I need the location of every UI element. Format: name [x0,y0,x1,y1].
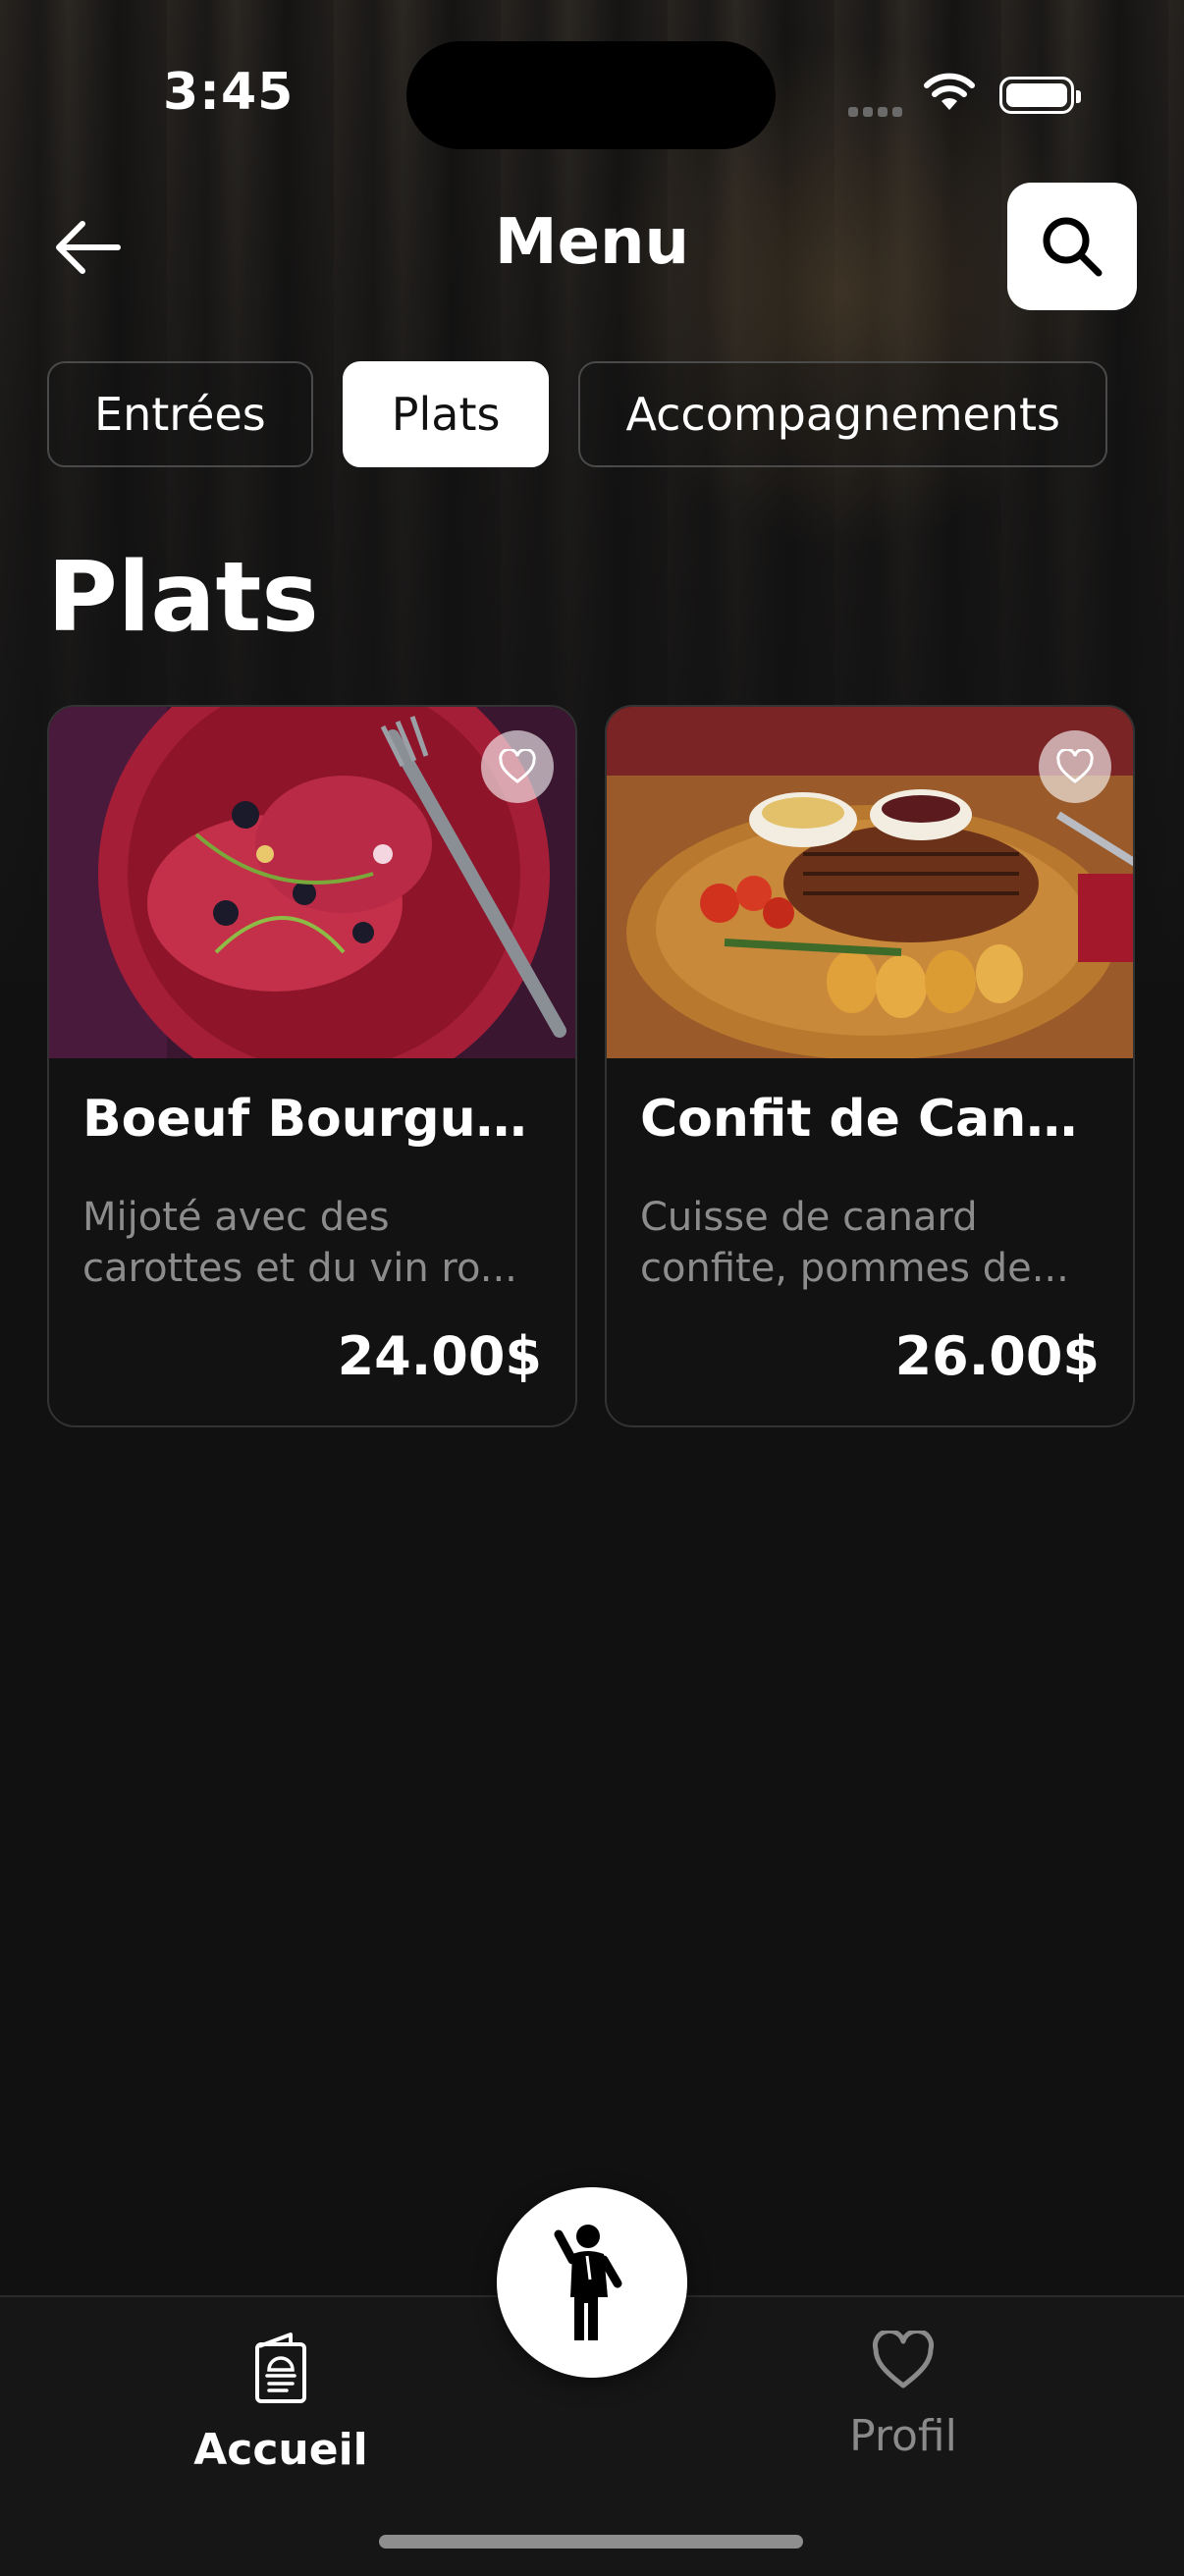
tab-plats[interactable]: Plats [342,361,550,467]
heart-icon [499,749,536,783]
dish-price: 26.00$ [894,1325,1100,1387]
call-waiter-button[interactable] [497,2187,687,2378]
favorite-button[interactable] [481,730,554,803]
nav-label-profil: Profil [849,2411,957,2461]
favorite-button[interactable] [1039,730,1111,803]
nav-item-profil[interactable]: Profil [746,2328,1060,2461]
dish-description: Cuisse de canard confite, pommes de... [640,1195,1069,1291]
tab-accompagnements[interactable]: Accompagnements [578,361,1107,467]
home-indicator [379,2535,803,2549]
waiter-icon [554,2225,622,2340]
dish-price: 24.00$ [337,1325,542,1387]
dish-card[interactable]: Boeuf Bourgui... Mijoté avec des carotte… [47,705,577,1427]
nav-item-accueil[interactable]: Accueil [124,2331,438,2475]
section-title: Plats [47,542,319,654]
dynamic-island [406,41,776,149]
nav-label-accueil: Accueil [193,2425,368,2475]
wifi-icon [924,73,975,110]
search-button[interactable] [1007,183,1137,310]
dish-name: Confit de Cana... [640,1090,1102,1149]
heart-icon [1056,749,1094,783]
battery-icon [999,77,1081,114]
dish-name: Boeuf Bourgui... [82,1090,544,1149]
menu-book-icon [255,2333,306,2403]
cellular-signal-icon [848,102,907,121]
dish-description: Mijoté avec des carottes et du vin ro... [82,1195,517,1291]
status-time: 3:45 [163,63,295,122]
tab-entrees[interactable]: Entrées [47,361,313,467]
category-tabs: Entrées Plats Accompagnements [47,361,1107,467]
status-bar: 3:45 [0,0,1184,196]
search-icon [1043,217,1103,277]
heart-icon [872,2328,935,2388]
dish-card[interactable]: Confit de Cana... Cuisse de canard confi… [605,705,1135,1427]
